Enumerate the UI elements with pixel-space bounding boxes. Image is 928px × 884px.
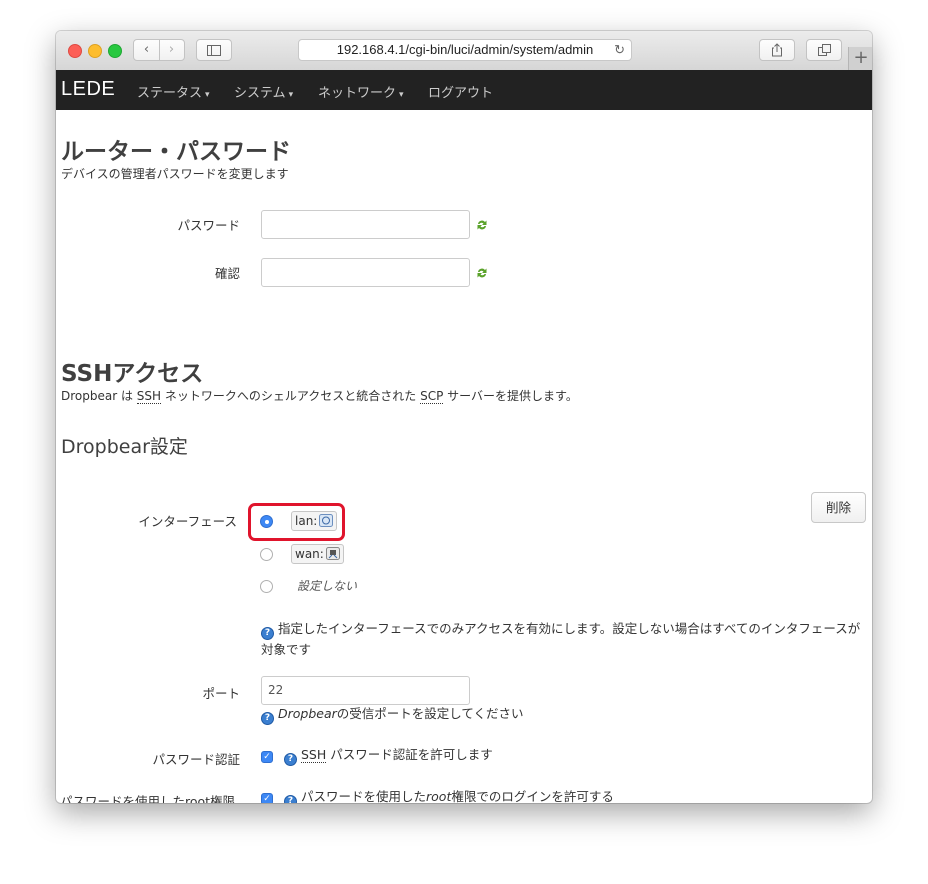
delete-button[interactable]: 削除 [811,492,866,523]
dropbear-section-title: Dropbear設定 [61,436,188,458]
lan-highlight [248,503,345,541]
title-bar: ‹ › 192.168.4.1/cgi-bin/luci/admin/system… [56,31,872,71]
show-tabs-button[interactable] [806,39,842,61]
chevron-down-icon: ▾ [205,90,210,100]
scp-abbr: SCP [420,389,444,404]
main-content: ルーター・パスワード デバイスの管理者パスワードを変更します パスワード 確認 … [56,110,872,803]
interface-label: インターフェース [138,514,237,529]
reveal-password-icon[interactable] [475,218,489,232]
confirm-password-input[interactable] [261,258,470,287]
sidebar-icon [207,45,221,56]
top-navbar: LEDE ステータス ▾ システム ▾ ネットワーク ▾ ログアウト [56,70,872,110]
chevron-down-icon: ▾ [399,90,404,100]
tabs-icon [817,44,831,56]
ssh-abbr: SSH [136,389,162,404]
share-button[interactable] [759,39,795,61]
password-auth-help: ? SSH パスワード認証を許可します [284,745,493,766]
browser-window: ‹ › 192.168.4.1/cgi-bin/luci/admin/system… [56,31,872,803]
history-nav: ‹ › [133,39,185,61]
new-tab-button[interactable]: + [848,47,872,71]
close-window-button[interactable] [68,44,82,58]
interface-radio-none[interactable] [260,580,273,593]
back-icon[interactable]: ‹ [134,40,159,60]
port-help-text: ? Dropbearの受信ポートを設定してください [261,704,524,725]
share-icon [772,43,782,57]
interface-none-label: 設定しない [297,579,358,593]
port-label: ポート [202,686,240,701]
brand-logo[interactable]: LEDE [61,78,115,101]
address-bar[interactable]: 192.168.4.1/cgi-bin/luci/admin/system/ad… [298,39,632,61]
chevron-down-icon: ▾ [288,90,294,100]
password-auth-checkbox[interactable]: ✓ [261,751,273,763]
root-login-checkbox[interactable]: ✓ [261,793,273,803]
sidebar-toggle-button[interactable] [196,39,232,61]
router-password-description: デバイスの管理者パスワードを変更します [61,167,289,181]
ethernet-icon [325,547,340,560]
confirm-label: 確認 [214,266,240,281]
url-text: 192.168.4.1/cgi-bin/luci/admin/system/ad… [336,42,594,57]
port-input[interactable]: 22 [261,676,470,705]
help-icon: ? [261,627,274,640]
ssh-access-title: SSHアクセス [61,361,204,387]
router-password-title: ルーター・パスワード [61,139,291,165]
help-icon: ? [261,712,274,725]
password-auth-label: パスワード認証 [152,752,240,767]
password-input[interactable] [261,210,470,239]
interface-help-text: ? 指定したインターフェースでのみアクセスを有効にします。設定しない場合はすべての… [261,621,861,657]
menu-system[interactable]: システム ▾ [234,82,293,101]
forward-icon[interactable]: › [159,40,184,60]
interface-radio-wan[interactable] [260,548,273,561]
root-login-help: ? パスワードを使用したroot権限でのログインを許可する [284,787,614,803]
interface-badge-wan[interactable]: wan: [291,544,344,564]
password-label: パスワード [177,218,240,233]
reveal-confirm-icon[interactable] [475,266,489,280]
menu-network[interactable]: ネットワーク ▾ [318,82,404,101]
root-login-label: パスワードを使用したroot権限 [60,794,236,803]
menu-logout[interactable]: ログアウト [428,82,493,101]
help-icon: ? [284,795,297,803]
zoom-window-button[interactable] [108,44,122,58]
help-icon: ? [284,753,297,766]
reload-icon[interactable]: ↻ [614,40,625,60]
minimize-window-button[interactable] [88,44,102,58]
ssh-description: Dropbear は SSH ネットワークへのシェルアクセスと統合された SCP… [61,389,578,404]
menu-status[interactable]: ステータス ▾ [137,82,210,101]
